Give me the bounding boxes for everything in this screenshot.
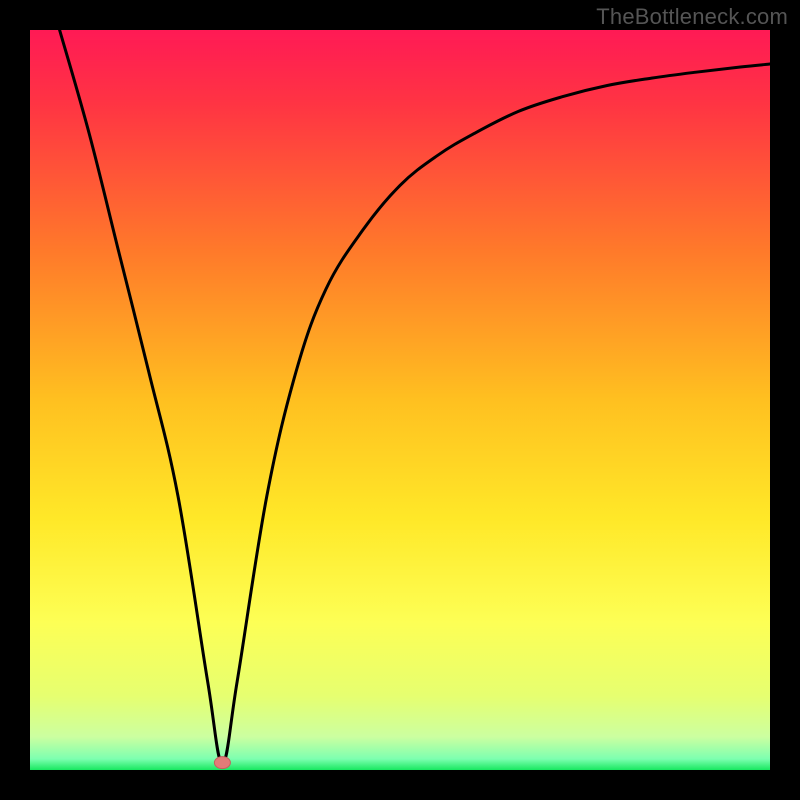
watermark-text: TheBottleneck.com: [596, 4, 788, 30]
chart-frame: TheBottleneck.com: [0, 0, 800, 800]
plot-area: [30, 30, 770, 770]
gradient-background: [30, 30, 770, 770]
optimal-point-marker: [214, 757, 230, 769]
bottleneck-chart: [30, 30, 770, 770]
